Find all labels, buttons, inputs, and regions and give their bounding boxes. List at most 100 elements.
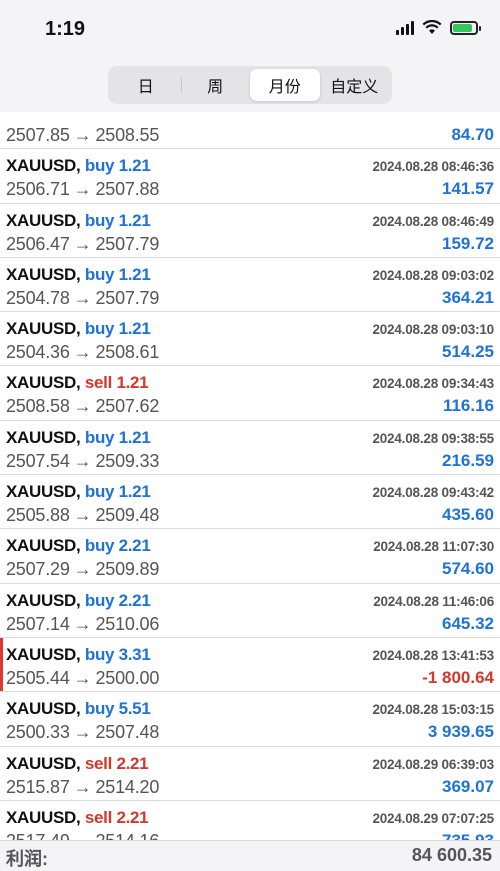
trade-time: 2024.08.28 08:46:49	[372, 213, 494, 229]
open-price: 2517.49	[6, 831, 70, 840]
trade-side-volume: sell 1.21	[84, 373, 149, 393]
trade-prices: 2507.85 → 2508.55	[6, 125, 159, 146]
open-price: 2505.88	[6, 505, 70, 526]
close-price: 2510.06	[95, 613, 160, 634]
profit-summary: 利润: 84 600.35	[0, 840, 500, 869]
open-price: 2504.36	[6, 342, 70, 363]
trade-profit: 645.32	[442, 613, 494, 633]
open-price: 2506.71	[6, 179, 70, 200]
arrow-icon: →	[73, 233, 92, 254]
trade-prices: 2507.54 → 2509.33	[6, 451, 159, 472]
trade-row[interactable]: XAUUSD, buy 1.21 2024.08.28 08:46:36 2506.…	[0, 149, 500, 204]
trade-row[interactable]: XAUUSD, sell 2.21 2024.08.29 06:39:03 2515…	[0, 747, 500, 801]
profit-total: 84 600.35	[411, 845, 492, 865]
close-price: 2514.20	[95, 776, 160, 797]
wifi-icon	[422, 20, 442, 34]
arrow-icon: →	[73, 125, 92, 145]
trade-side-volume: buy 2.21	[84, 536, 151, 556]
trade-row[interactable]: XAUUSD, buy 1.21 2024.08.28 09:43:42 2505.…	[0, 475, 500, 530]
tab-3[interactable]: 自定义	[320, 69, 390, 101]
trade-time: 2024.08.28 09:03:02	[372, 267, 494, 283]
trade-row[interactable]: XAUUSD, buy 3.31 2024.08.28 13:41:53 2505.…	[0, 637, 500, 693]
trade-side-volume: sell 2.21	[84, 807, 149, 827]
trade-row[interactable]: XAUUSD, buy 2.21 2024.08.28 11:46:06 2507.…	[0, 584, 500, 638]
trade-header: XAUUSD, buy 1.21	[6, 482, 151, 502]
trade-header: XAUUSD, buy 2.21	[6, 536, 151, 556]
close-price: 2508.61	[95, 342, 160, 363]
arrow-icon: →	[73, 179, 92, 200]
trade-symbol: XAUUSD	[6, 590, 76, 610]
trade-prices: 2508.58 → 2507.62	[6, 396, 159, 417]
trade-prices: 2504.36 → 2508.61	[6, 342, 159, 363]
arrow-icon: →	[73, 450, 92, 471]
tab-2[interactable]: 月份	[250, 69, 320, 101]
trade-row[interactable]: XAUUSD, buy 1.21 2024.08.28 08:46:49 2506.…	[0, 204, 500, 258]
close-price: 2509.89	[95, 559, 160, 580]
open-price: 2507.29	[6, 559, 70, 580]
trade-row[interactable]: XAUUSD, buy 1.21 2024.08.28 09:03:10 2504.…	[0, 312, 500, 367]
trade-row[interactable]: XAUUSD, buy 2.21 2024.08.28 11:07:30 2507.…	[0, 529, 500, 584]
trade-time: 2024.08.28 13:41:53	[372, 647, 494, 663]
trade-profit: 116.16	[442, 396, 494, 416]
status-icons	[396, 20, 481, 35]
trade-symbol: XAUUSD	[6, 319, 76, 339]
close-price: 2500.00	[95, 667, 160, 688]
trade-row[interactable]: XAUUSD, buy 1.21 2024.08.28 09:38:55 2507.…	[0, 421, 500, 476]
trade-time: 2024.08.29 07:07:25	[372, 810, 494, 826]
trade-history-list[interactable]: 2507.85 → 2508.55 84.70 XAUUSD, buy 1.21 2024…	[0, 112, 500, 840]
trade-symbol: XAUUSD	[6, 699, 76, 719]
trade-profit: 435.60	[442, 505, 494, 525]
tab-1[interactable]: 周	[180, 69, 251, 101]
trade-profit: 735.93	[442, 831, 494, 840]
trade-profit: 216.59	[442, 450, 494, 470]
trade-header: XAUUSD, buy 1.21	[6, 427, 151, 447]
trade-symbol: XAUUSD	[6, 482, 76, 502]
trade-symbol: XAUUSD	[6, 427, 76, 447]
trade-side-volume: buy 1.21	[84, 482, 151, 502]
trade-time: 2024.08.28 11:07:30	[373, 539, 494, 555]
status-time: 1:19	[45, 18, 86, 40]
trade-prices: 2517.49 →2514.16	[6, 831, 159, 840]
trade-side-volume: buy 1.21	[84, 156, 151, 176]
tab-0[interactable]: 日	[111, 69, 181, 101]
close-price: 2507.79	[95, 287, 160, 308]
arrow-icon: →	[74, 831, 92, 840]
trade-side-volume: sell 2.21	[84, 753, 149, 773]
trade-symbol: XAUUSD	[6, 373, 76, 393]
trade-side-volume: buy 5.51	[84, 699, 151, 719]
period-segmented-control: 日周月份 自定义	[108, 66, 392, 104]
trade-row[interactable]: XAUUSD, sell 2.21 2024.08.29 07:07:25 2517…	[0, 801, 500, 840]
trade-symbol: XAUUSD	[6, 807, 76, 827]
close-price: 2507.88	[95, 179, 160, 200]
open-price: 2506.47	[6, 233, 70, 254]
trade-row[interactable]: 2507.85 → 2508.55 84.70	[0, 112, 500, 150]
trade-side-volume: buy 1.21	[84, 319, 151, 339]
close-price: 2507.62	[95, 396, 160, 417]
trade-symbol: XAUUSD	[6, 210, 76, 230]
trade-profit: 514.25	[442, 342, 494, 362]
trade-symbol: XAUUSD	[6, 264, 76, 284]
open-price: 2507.54	[6, 450, 70, 471]
open-price: 2504.78	[6, 287, 70, 308]
arrow-icon: →	[73, 505, 92, 526]
arrow-icon: →	[73, 722, 92, 743]
trade-side-volume: buy 1.21	[84, 427, 151, 447]
trade-header: XAUUSD, buy 1.21	[6, 156, 151, 176]
trade-header: XAUUSD, buy 3.31	[6, 644, 151, 664]
arrow-icon: →	[73, 396, 92, 417]
trade-profit: 159.72	[442, 233, 494, 253]
trade-time: 2024.08.28 09:38:55	[372, 430, 494, 446]
trade-side-volume: buy 3.31	[84, 644, 151, 664]
trade-row[interactable]: XAUUSD, buy 1.21 2024.08.28 09:03:02 2504.…	[0, 258, 500, 313]
open-price: 2507.85	[6, 125, 70, 145]
arrow-icon: →	[73, 559, 92, 580]
trade-row[interactable]: XAUUSD, buy 5.51 2024.08.28 15:03:15 2500.…	[0, 692, 500, 747]
trade-symbol: XAUUSD	[6, 536, 76, 556]
arrow-icon: →	[73, 342, 92, 363]
trade-time: 2024.08.28 09:03:10	[372, 322, 494, 338]
trade-profit: 364.21	[442, 287, 494, 307]
trade-row[interactable]: XAUUSD, sell 1.21 2024.08.28 09:34:43 2508…	[0, 366, 500, 421]
cellular-signal-icon	[396, 20, 414, 35]
trade-header: XAUUSD, sell 2.21	[6, 753, 149, 773]
arrow-icon: →	[73, 613, 92, 634]
